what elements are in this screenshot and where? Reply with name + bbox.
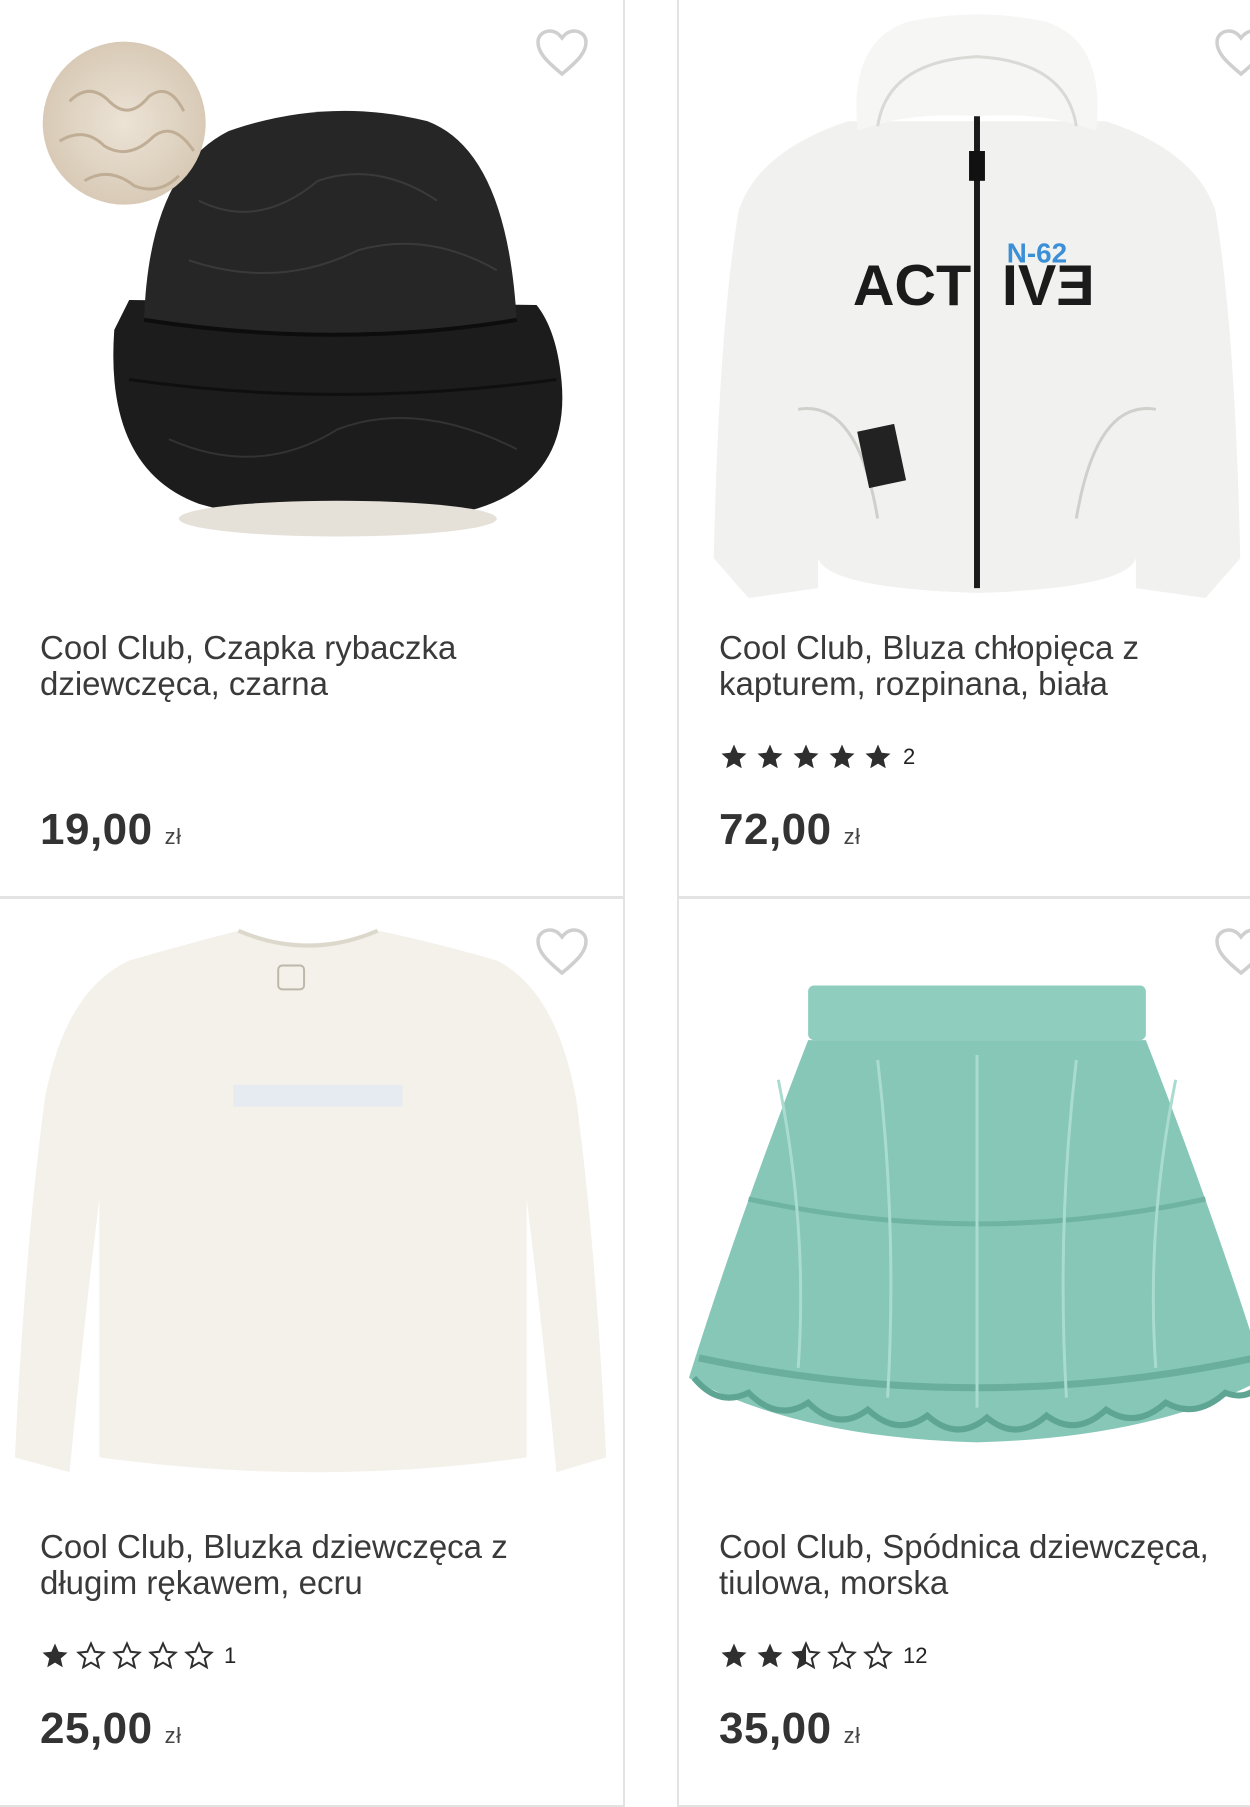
star-outline-icon <box>148 1641 178 1670</box>
hoodie-print-text: ACT <box>853 254 971 318</box>
favorite-heart-icon[interactable] <box>535 927 589 977</box>
price-value: 72,00 <box>719 805 832 854</box>
product-card[interactable]: Cool Club, Czapka rybaczka dziewczęca, c… <box>0 0 625 898</box>
favorite-heart-icon[interactable] <box>1214 927 1250 977</box>
product-price: 72,00 zł <box>719 805 861 855</box>
price-value: 35,00 <box>719 1704 832 1753</box>
hoodie-print-badge: N-62 <box>1007 237 1067 268</box>
product-image-bucket-hat[interactable] <box>0 0 623 605</box>
product-image-hoodie[interactable]: ACT IVƎ N-62 <box>679 0 1250 605</box>
product-image-tulle-skirt[interactable] <box>679 899 1250 1504</box>
product-card[interactable]: ACT IVƎ N-62 Cool Club, Bluza chłopięca … <box>677 0 1250 898</box>
tulle-skirt-image <box>688 985 1250 1443</box>
rating-count: 1 <box>224 1643 237 1668</box>
product-card[interactable]: Cool Club, Spódnica dziewczęca, tiulowa,… <box>677 897 1250 1807</box>
price-currency: zł <box>843 1723 861 1748</box>
hoodie-image: ACT IVƎ N-62 <box>713 14 1241 599</box>
star-outline-icon <box>76 1641 106 1670</box>
price-currency: zł <box>164 1723 182 1748</box>
star-outline-icon <box>112 1641 142 1670</box>
star-filled-icon <box>42 1643 68 1668</box>
product-price: 35,00 zł <box>719 1704 861 1754</box>
product-title[interactable]: Cool Club, Bluza chłopięca z kapturem, r… <box>719 630 1199 702</box>
star-outline-icon <box>184 1641 214 1670</box>
product-price: 19,00 zł <box>40 805 182 855</box>
price-value: 19,00 <box>40 805 153 854</box>
star-outline-icon <box>827 1641 857 1670</box>
price-value: 25,00 <box>40 1704 153 1753</box>
star-filled-icon <box>793 744 819 769</box>
favorite-heart-icon[interactable] <box>1214 28 1250 78</box>
rating-count: 2 <box>903 744 916 769</box>
price-currency: zł <box>843 824 861 849</box>
product-title[interactable]: Cool Club, Spódnica dziewczęca, tiulowa,… <box>719 1529 1239 1601</box>
star-outline-icon <box>863 1641 893 1670</box>
star-filled-icon <box>757 1643 783 1668</box>
bucket-hat-image <box>42 41 563 537</box>
star-half-icon <box>791 1641 821 1670</box>
product-title[interactable]: Cool Club, Bluzka dziewczęca z długim rę… <box>40 1529 600 1601</box>
favorite-heart-icon[interactable] <box>535 28 589 78</box>
product-grid: Cool Club, Czapka rybaczka dziewczęca, c… <box>0 0 1250 1807</box>
star-filled-icon <box>829 744 855 769</box>
star-filled-icon <box>865 744 891 769</box>
product-card[interactable]: Cool Club, Bluzka dziewczęca z długim rę… <box>0 897 625 1807</box>
price-currency: zł <box>164 824 182 849</box>
star-filled-icon <box>721 1643 747 1668</box>
product-rating: 12 <box>719 1641 927 1671</box>
product-rating: 2 <box>719 742 915 772</box>
long-sleeve-shirt-image <box>14 928 607 1473</box>
star-filled-icon <box>757 744 783 769</box>
product-image-long-sleeve[interactable] <box>0 899 623 1504</box>
product-rating: 1 <box>40 1641 236 1671</box>
rating-count: 12 <box>903 1643 928 1668</box>
product-title[interactable]: Cool Club, Czapka rybaczka dziewczęca, c… <box>40 630 600 702</box>
star-filled-icon <box>721 744 747 769</box>
product-price: 25,00 zł <box>40 1704 182 1754</box>
